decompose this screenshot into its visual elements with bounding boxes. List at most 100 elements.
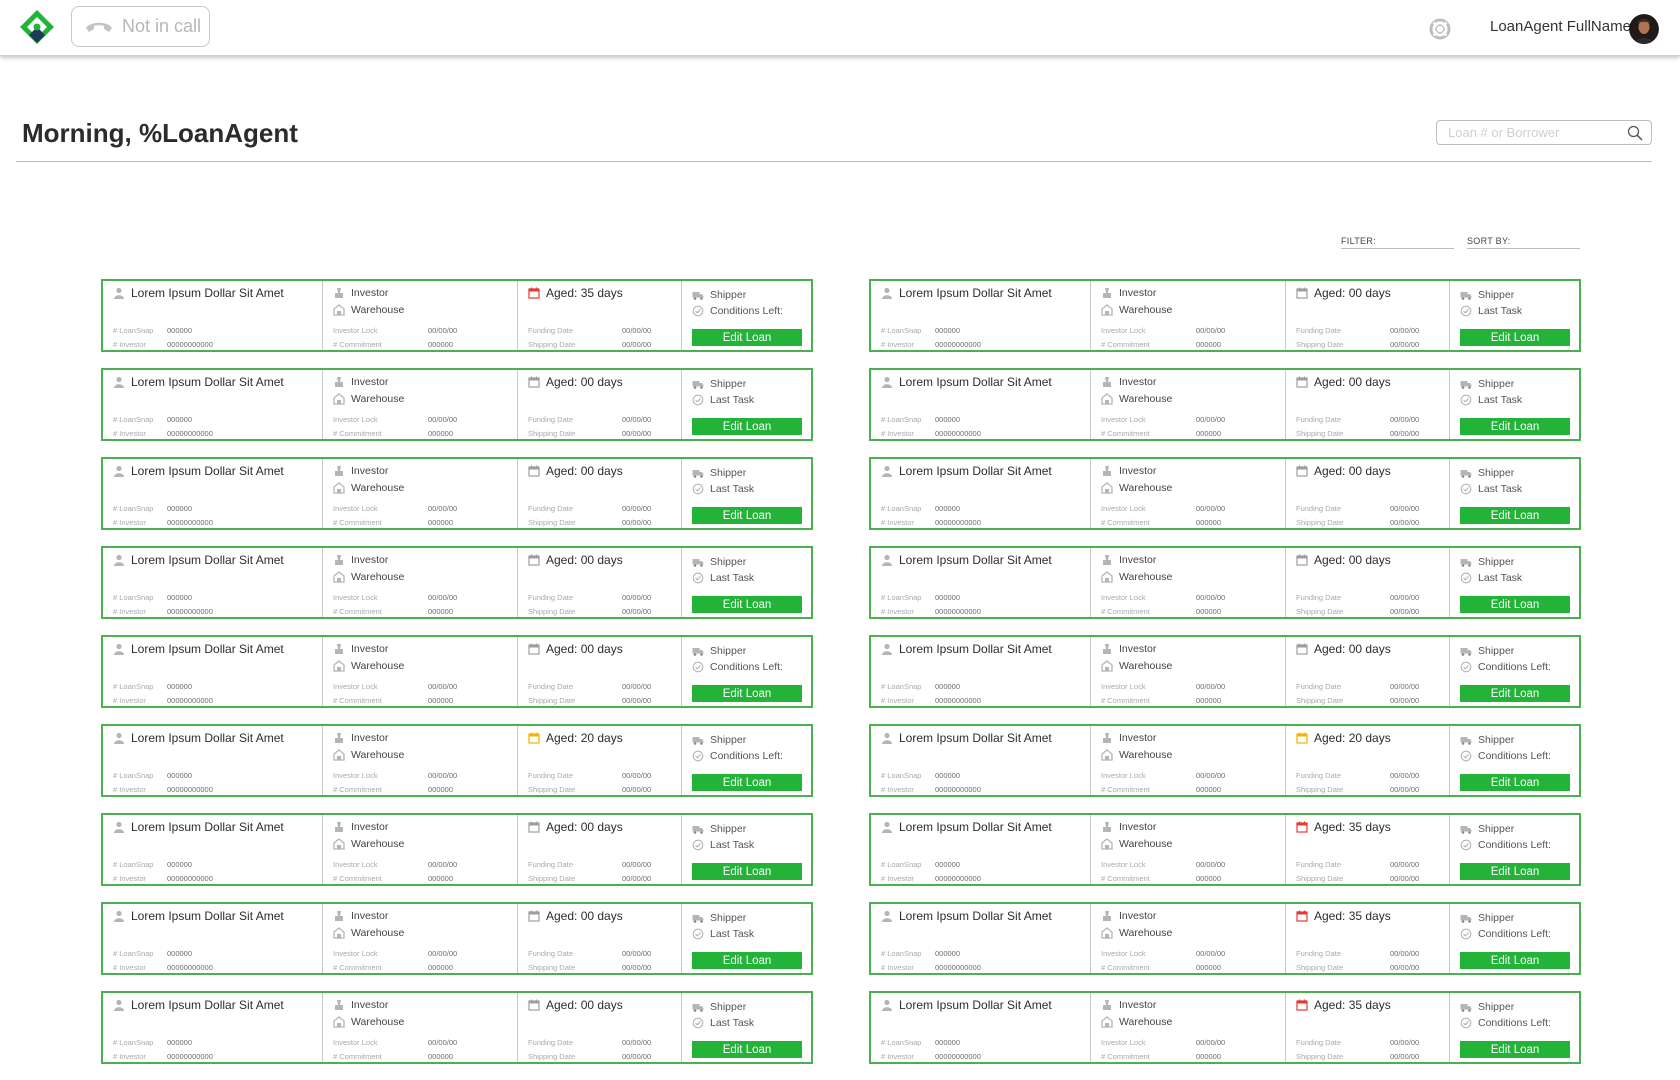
funding-date: 00/00/00 xyxy=(622,1038,652,1047)
investor-lock-date: 00/00/00 xyxy=(428,771,458,780)
calendar-icon xyxy=(528,910,540,922)
filter-dropdown[interactable]: FILTER: xyxy=(1341,236,1454,249)
shipping-date-label: Shipping Date xyxy=(528,696,576,705)
shipping-date: 00/00/00 xyxy=(1390,340,1420,349)
investor-lock-date: 00/00/00 xyxy=(428,949,458,958)
edit-loan-button[interactable]: Edit Loan xyxy=(1460,507,1570,524)
truck-icon xyxy=(1460,292,1472,300)
app-logo-icon[interactable] xyxy=(18,8,56,46)
loan-card[interactable]: Lorem Ipsum Dollar Sit Amet # LoanSnap 0… xyxy=(101,902,813,975)
edit-loan-button[interactable]: Edit Loan xyxy=(692,685,802,702)
borrower-name[interactable]: Lorem Ipsum Dollar Sit Amet xyxy=(131,286,284,300)
loan-card[interactable]: Lorem Ipsum Dollar Sit Amet # LoanSnap 0… xyxy=(101,635,813,708)
borrower-name[interactable]: Lorem Ipsum Dollar Sit Amet xyxy=(899,553,1052,567)
borrower-name[interactable]: Lorem Ipsum Dollar Sit Amet xyxy=(899,820,1052,834)
borrower-name[interactable]: Lorem Ipsum Dollar Sit Amet xyxy=(131,731,284,745)
loan-card[interactable]: Lorem Ipsum Dollar Sit Amet # LoanSnap 0… xyxy=(869,457,1581,530)
investor-lock-label: Investor Lock xyxy=(1101,771,1146,780)
search-icon[interactable] xyxy=(1627,125,1643,141)
edit-loan-button[interactable]: Edit Loan xyxy=(1460,418,1570,435)
search-input[interactable] xyxy=(1448,121,1628,144)
loan-card[interactable]: Lorem Ipsum Dollar Sit Amet # LoanSnap 0… xyxy=(101,813,813,886)
loan-card[interactable]: Lorem Ipsum Dollar Sit Amet # LoanSnap 0… xyxy=(101,368,813,441)
loan-card[interactable]: Lorem Ipsum Dollar Sit Amet # LoanSnap 0… xyxy=(869,724,1581,797)
funding-date: 00/00/00 xyxy=(622,415,652,424)
investor-icon xyxy=(1103,466,1111,476)
action-section: Shipper Last Task Edit Loan xyxy=(1450,370,1579,439)
edit-loan-button[interactable]: Edit Loan xyxy=(1460,329,1570,346)
calendar-icon xyxy=(528,554,540,566)
investor-lock-label: Investor Lock xyxy=(333,504,378,513)
loan-card[interactable]: Lorem Ipsum Dollar Sit Amet # LoanSnap 0… xyxy=(869,546,1581,619)
edit-loan-button[interactable]: Edit Loan xyxy=(692,863,802,880)
edit-loan-button[interactable]: Edit Loan xyxy=(692,1041,802,1058)
investor-number-label: # Investor xyxy=(881,785,914,794)
aging-section: Aged: 00 days Funding Date 00/00/00 Ship… xyxy=(518,993,682,1062)
avatar[interactable] xyxy=(1629,14,1659,44)
search-box[interactable] xyxy=(1436,120,1652,145)
help-lifebuoy-icon[interactable] xyxy=(1429,18,1451,40)
funding-date-label: Funding Date xyxy=(528,949,574,958)
funding-date-label: Funding Date xyxy=(528,415,574,424)
aged-days: Aged: 00 days xyxy=(546,909,623,923)
borrower-name[interactable]: Lorem Ipsum Dollar Sit Amet xyxy=(131,553,284,567)
call-status-button[interactable]: Not in call xyxy=(71,6,210,47)
edit-loan-button[interactable]: Edit Loan xyxy=(1460,685,1570,702)
person-icon xyxy=(882,376,892,388)
loan-card[interactable]: Lorem Ipsum Dollar Sit Amet # LoanSnap 0… xyxy=(101,991,813,1064)
loansnap-label: # LoanSnap xyxy=(881,771,922,780)
borrower-name[interactable]: Lorem Ipsum Dollar Sit Amet xyxy=(899,375,1052,389)
investor-icon xyxy=(1103,377,1111,387)
loan-card[interactable]: Lorem Ipsum Dollar Sit Amet # LoanSnap 0… xyxy=(869,368,1581,441)
loan-card[interactable]: Lorem Ipsum Dollar Sit Amet # LoanSnap 0… xyxy=(869,902,1581,975)
task-status: Last Task xyxy=(710,839,755,851)
loan-card[interactable]: Lorem Ipsum Dollar Sit Amet # LoanSnap 0… xyxy=(869,991,1581,1064)
person-icon xyxy=(114,910,124,922)
commitment-number: 000000 xyxy=(1196,518,1222,527)
investor-number-label: # Investor xyxy=(113,1052,146,1061)
sort-dropdown[interactable]: SORT BY: xyxy=(1467,236,1580,249)
borrower-name[interactable]: Lorem Ipsum Dollar Sit Amet xyxy=(899,286,1052,300)
action-section: Shipper Last Task Edit Loan xyxy=(682,993,811,1062)
borrower-name[interactable]: Lorem Ipsum Dollar Sit Amet xyxy=(899,909,1052,923)
edit-loan-button[interactable]: Edit Loan xyxy=(692,418,802,435)
edit-loan-button[interactable]: Edit Loan xyxy=(1460,774,1570,791)
edit-loan-button[interactable]: Edit Loan xyxy=(1460,596,1570,613)
loan-card[interactable]: Lorem Ipsum Dollar Sit Amet # LoanSnap 0… xyxy=(101,279,813,352)
loan-card[interactable]: Lorem Ipsum Dollar Sit Amet # LoanSnap 0… xyxy=(869,813,1581,886)
edit-loan-button[interactable]: Edit Loan xyxy=(692,507,802,524)
edit-loan-button[interactable]: Edit Loan xyxy=(1460,863,1570,880)
investor-number-label: # Investor xyxy=(881,518,914,527)
top-bar: Not in call LoanAgent FullName xyxy=(0,0,1680,56)
loan-card[interactable]: Lorem Ipsum Dollar Sit Amet # LoanSnap 0… xyxy=(869,635,1581,708)
borrower-name[interactable]: Lorem Ipsum Dollar Sit Amet xyxy=(131,909,284,923)
loan-card[interactable]: Lorem Ipsum Dollar Sit Amet # LoanSnap 0… xyxy=(101,546,813,619)
borrower-name[interactable]: Lorem Ipsum Dollar Sit Amet xyxy=(131,375,284,389)
edit-loan-button[interactable]: Edit Loan xyxy=(692,329,802,346)
loan-card[interactable]: Lorem Ipsum Dollar Sit Amet # LoanSnap 0… xyxy=(101,724,813,797)
borrower-name[interactable]: Lorem Ipsum Dollar Sit Amet xyxy=(131,998,284,1012)
loan-card[interactable]: Lorem Ipsum Dollar Sit Amet # LoanSnap 0… xyxy=(869,279,1581,352)
edit-loan-button[interactable]: Edit Loan xyxy=(692,774,802,791)
user-name[interactable]: LoanAgent FullName xyxy=(1490,18,1631,35)
borrower-name[interactable]: Lorem Ipsum Dollar Sit Amet xyxy=(899,642,1052,656)
edit-loan-button[interactable]: Edit Loan xyxy=(692,596,802,613)
borrower-name[interactable]: Lorem Ipsum Dollar Sit Amet xyxy=(899,998,1052,1012)
edit-loan-button[interactable]: Edit Loan xyxy=(692,952,802,969)
borrower-name[interactable]: Lorem Ipsum Dollar Sit Amet xyxy=(131,642,284,656)
commitment-number: 000000 xyxy=(428,518,454,527)
investor-number-label: # Investor xyxy=(113,429,146,438)
shipper-label: Shipper xyxy=(710,289,747,301)
investor-lock-label: Investor Lock xyxy=(1101,682,1146,691)
borrower-name[interactable]: Lorem Ipsum Dollar Sit Amet xyxy=(131,464,284,478)
investor-number-label: # Investor xyxy=(113,518,146,527)
edit-loan-button[interactable]: Edit Loan xyxy=(1460,1041,1570,1058)
borrower-name[interactable]: Lorem Ipsum Dollar Sit Amet xyxy=(131,820,284,834)
edit-loan-button[interactable]: Edit Loan xyxy=(1460,952,1570,969)
loansnap-number: 000000 xyxy=(935,682,961,691)
borrower-name[interactable]: Lorem Ipsum Dollar Sit Amet xyxy=(899,464,1052,478)
task-status: Last Task xyxy=(1478,572,1523,584)
truck-icon xyxy=(692,559,704,567)
borrower-name[interactable]: Lorem Ipsum Dollar Sit Amet xyxy=(899,731,1052,745)
loan-card[interactable]: Lorem Ipsum Dollar Sit Amet # LoanSnap 0… xyxy=(101,457,813,530)
